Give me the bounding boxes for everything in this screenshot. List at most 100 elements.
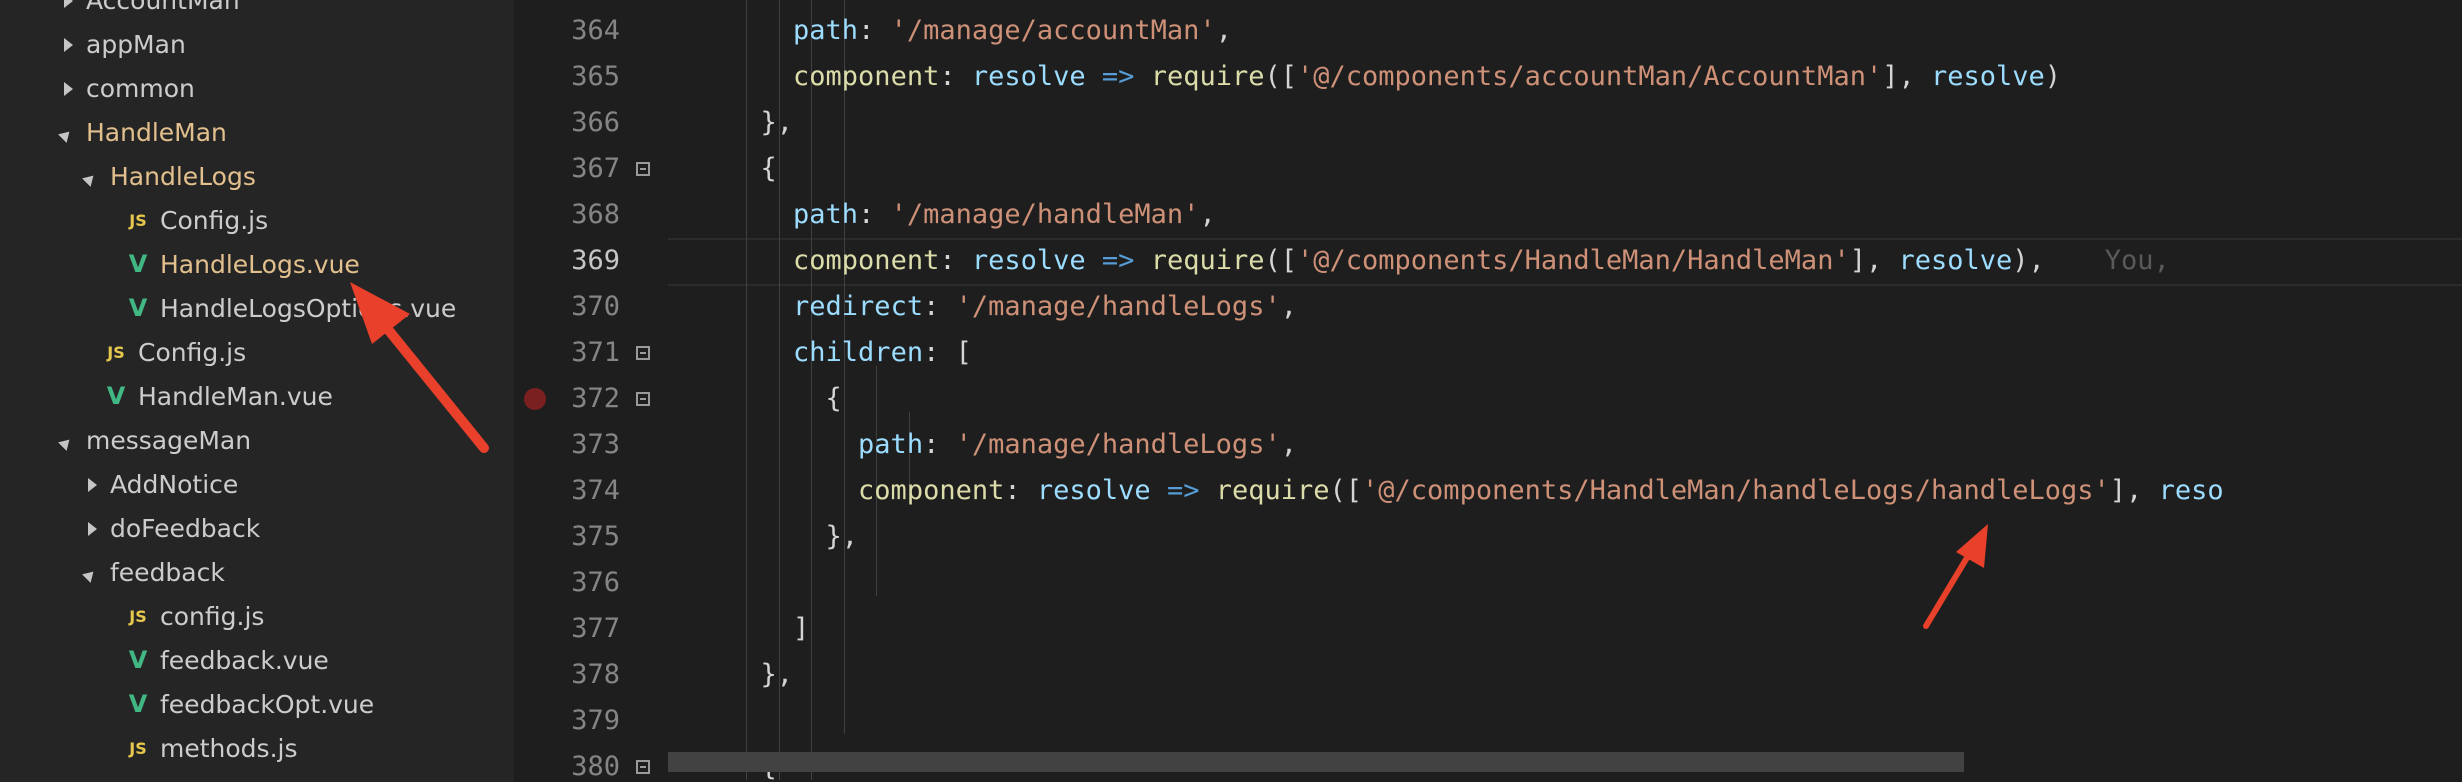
code-token: : <box>923 291 956 322</box>
tree-item-dofeedback[interactable]: doFeedback <box>0 506 514 550</box>
line-number: 377 <box>571 613 620 644</box>
tree-item-label: doFeedback <box>110 513 261 543</box>
explorer-sidebar: AccountMan appMan common HandleMan HandleLog… <box>0 0 514 782</box>
code-line[interactable]: path: '/manage/handleLogs', <box>728 422 1297 468</box>
tree-item-handleman[interactable]: HandleMan <box>0 110 514 154</box>
chevron-right-icon[interactable] <box>80 475 104 494</box>
tree-item-feedback[interactable]: feedback <box>0 550 514 594</box>
tree-item-label: AddNotice <box>110 469 239 499</box>
vue-file-icon: V <box>128 250 148 278</box>
code-token: => <box>1101 245 1135 276</box>
code-token: '/manage/handleLogs' <box>955 291 1281 322</box>
code-token: ) <box>2044 61 2062 92</box>
tree-item-appman[interactable]: appMan <box>0 22 514 66</box>
chevron-down-icon[interactable] <box>80 563 104 582</box>
fold-collapse-icon[interactable] <box>636 392 650 406</box>
code-line[interactable]: path: '/manage/accountMan', <box>728 8 1232 54</box>
line-number: 367 <box>571 153 620 184</box>
code-area[interactable]: path: '/manage/accountMan', component: r… <box>668 0 2462 782</box>
code-line[interactable]: }, <box>728 514 859 560</box>
line-number: 368 <box>571 199 620 230</box>
chevron-down-icon[interactable] <box>56 123 80 142</box>
tree-item-common[interactable]: common <box>0 66 514 110</box>
chevron-right-icon[interactable] <box>56 0 80 10</box>
code-token: : <box>939 245 972 276</box>
code-token: => <box>1166 475 1200 506</box>
chevron-down-icon[interactable] <box>80 167 104 186</box>
breakpoint-icon[interactable] <box>524 388 546 410</box>
tree-item-label: feedback <box>110 557 225 587</box>
code-line[interactable]: ] <box>728 606 809 652</box>
code-token: ([ <box>1264 61 1298 92</box>
chevron-right-icon[interactable] <box>56 35 80 54</box>
tree-item-label: messageMan <box>86 425 252 455</box>
fold-collapse-icon[interactable] <box>636 760 650 774</box>
code-token: path <box>793 199 859 230</box>
code-line[interactable]: component: resolve => require(['@/compon… <box>728 468 2224 514</box>
code-line[interactable]: component: resolve => require(['@/compon… <box>728 238 2170 284</box>
tree-item-methods-js[interactable]: JS methods.js <box>0 726 514 770</box>
code-token: { <box>825 383 842 414</box>
fold-collapse-icon[interactable] <box>636 346 650 360</box>
chevron-right-icon[interactable] <box>80 519 104 538</box>
code-token: resolve <box>971 61 1086 92</box>
code-token: ] <box>793 613 810 644</box>
code-line[interactable]: component: resolve => require(['@/compon… <box>728 54 2061 100</box>
tree-item-accountman[interactable]: AccountMan <box>0 0 514 22</box>
tree-item-messageman[interactable]: messageMan <box>0 418 514 462</box>
tree-item-handlelogs-vue[interactable]: VHandleLogs.vueM <box>0 242 514 286</box>
line-number: 374 <box>571 475 620 506</box>
line-number: 369 <box>571 245 620 276</box>
tree-item-handlelogs[interactable]: HandleLogs <box>0 154 514 198</box>
line-number: 365 <box>571 61 620 92</box>
code-token: ), <box>2012 245 2045 276</box>
tree-item-config-js[interactable]: JS Config.js <box>0 330 514 374</box>
code-token: '@/components/HandleMan/handleLogs/handl… <box>1362 475 2110 506</box>
line-number: 375 <box>571 521 620 552</box>
code-line[interactable]: { <box>728 376 842 422</box>
code-line[interactable]: { <box>728 146 777 192</box>
fold-collapse-icon[interactable] <box>636 162 650 176</box>
tree-item-config-js[interactable]: JS config.js <box>0 594 514 638</box>
tree-item-handleman-vue[interactable]: V HandleMan.vue <box>0 374 514 418</box>
code-token: , <box>1215 15 1232 46</box>
tree-item-addnotice[interactable]: AddNotice <box>0 462 514 506</box>
code-line[interactable]: }, <box>728 652 794 698</box>
tree-item-feedbackopt-vue[interactable]: VfeedbackOpt.vue <box>0 682 514 726</box>
code-editor[interactable]: 364 365 366 367 368 369 370 371 372 373 374 375 376 3… <box>514 0 2462 782</box>
chevron-down-icon[interactable] <box>56 431 80 450</box>
horizontal-scrollbar-thumb[interactable] <box>668 752 1964 772</box>
line-number: 364 <box>571 15 620 46</box>
code-line[interactable]: redirect: '/manage/handleLogs', <box>728 284 1297 330</box>
js-file-icon: JS <box>107 342 125 362</box>
js-file-icon: JS <box>129 606 147 626</box>
tree-item-label: feedback.vue <box>160 645 329 675</box>
code-token: ([ <box>1329 475 1363 506</box>
code-token: : <box>923 429 956 460</box>
code-token: resolve <box>1036 475 1151 506</box>
code-line[interactable]: children: [ <box>728 330 972 376</box>
vue-file-icon: V <box>128 294 148 322</box>
code-token: : [ <box>923 337 972 368</box>
chevron-right-icon[interactable] <box>56 79 80 98</box>
tree-item-config-js[interactable]: JS Config.js <box>0 198 514 242</box>
code-token: : <box>858 199 891 230</box>
code-token: '/manage/handleLogs' <box>955 429 1281 460</box>
js-file-icon: JS <box>129 738 147 758</box>
tree-item-label: HandleMan <box>86 117 227 147</box>
code-line[interactable]: path: '/manage/handleMan', <box>728 192 1216 238</box>
tree-item-feedback-vue[interactable]: Vfeedback.vue <box>0 638 514 682</box>
horizontal-scrollbar[interactable] <box>668 752 2462 772</box>
code-line[interactable]: }, <box>728 100 794 146</box>
tree-item-handlelogsoptions-vue[interactable]: V HandleLogsOptions.vue <box>0 286 514 330</box>
